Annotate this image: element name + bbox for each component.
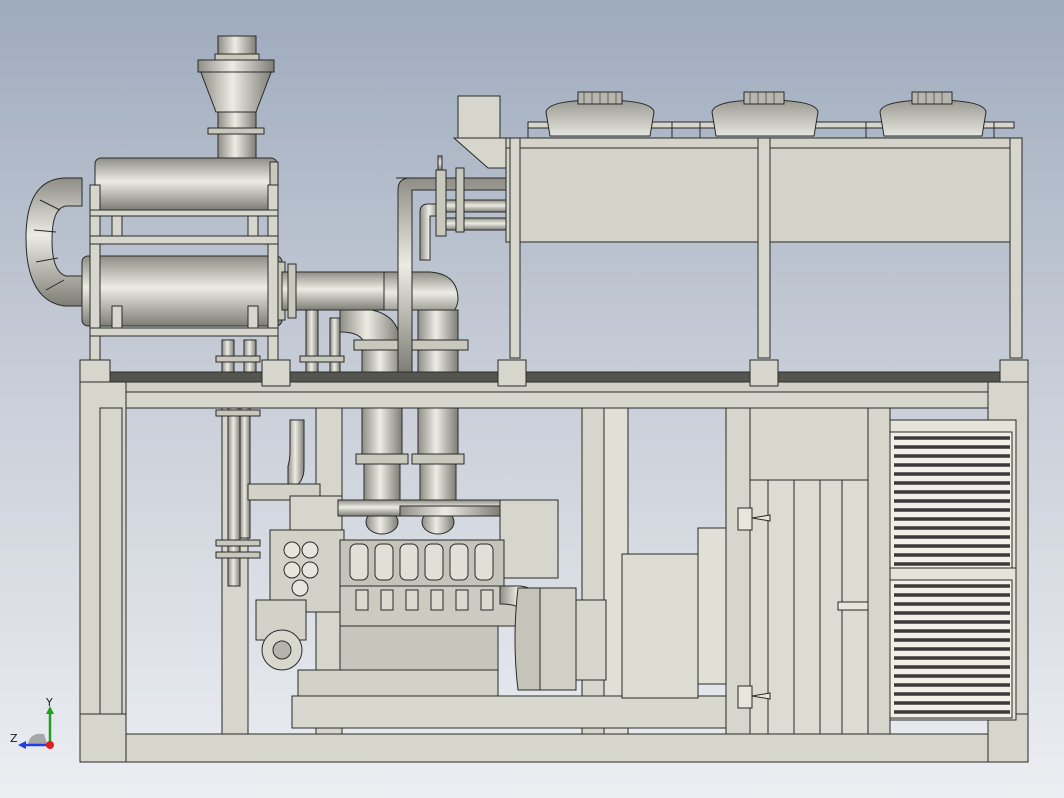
louver-upper bbox=[889, 419, 1017, 573]
injector-cover bbox=[355, 589, 369, 611]
radiator-fan-3[interactable] bbox=[879, 91, 987, 137]
genset-model-drawing[interactable] bbox=[0, 0, 1064, 798]
cylinder-head bbox=[399, 543, 419, 581]
silencer-elbow bbox=[25, 177, 83, 307]
cad-viewport[interactable]: Y Z bbox=[0, 0, 1064, 798]
louver-lower bbox=[889, 567, 1017, 721]
radiator-fan-1[interactable] bbox=[545, 91, 655, 137]
z-axis-label: Z bbox=[10, 732, 18, 745]
cylinder-head bbox=[449, 543, 469, 581]
upper-silencer[interactable] bbox=[94, 157, 279, 211]
injector-cover bbox=[405, 589, 419, 611]
coolant-pipe-to-engine bbox=[399, 505, 501, 517]
cylinder-head bbox=[349, 543, 369, 581]
x-axis-icon bbox=[46, 741, 54, 749]
cylinder-head bbox=[424, 543, 444, 581]
cylinder-head bbox=[374, 543, 394, 581]
radiator-fan-2[interactable] bbox=[711, 91, 819, 137]
y-axis-label: Y bbox=[45, 696, 53, 709]
injector-cover bbox=[430, 589, 444, 611]
injector-cover bbox=[480, 589, 494, 611]
container-door[interactable] bbox=[737, 407, 869, 735]
exhaust-stack[interactable] bbox=[197, 35, 275, 163]
injector-cover bbox=[455, 589, 469, 611]
axis-triad: Y Z bbox=[10, 696, 54, 749]
cylinder-head bbox=[474, 543, 494, 581]
injector-cover bbox=[380, 589, 394, 611]
